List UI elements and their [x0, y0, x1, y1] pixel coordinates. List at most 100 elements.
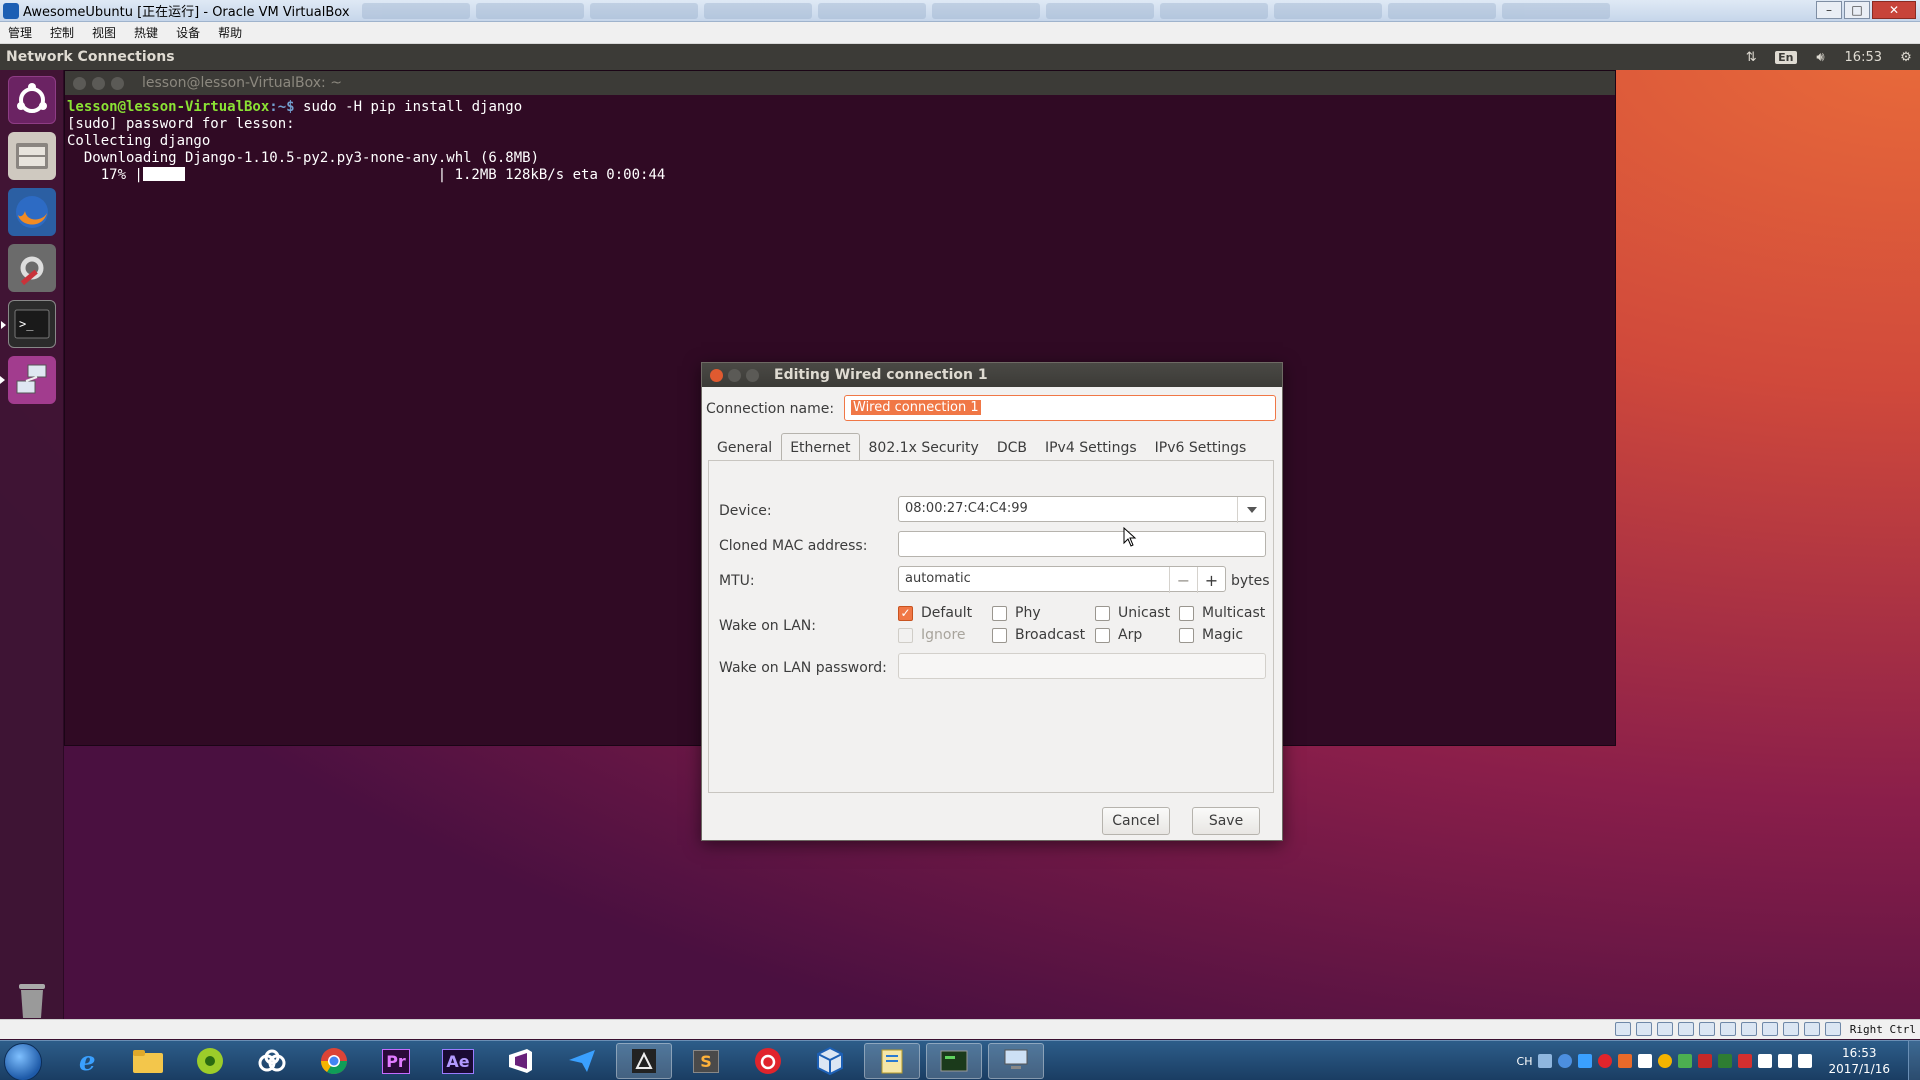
flag-tray-icon[interactable] — [1738, 1054, 1753, 1068]
netease-tray-icon[interactable] — [1598, 1054, 1613, 1068]
device-combobox[interactable]: 08:00:27:C4:C4:99 — [898, 496, 1266, 523]
help-icon[interactable] — [1558, 1054, 1573, 1068]
bluetooth-icon[interactable] — [1578, 1054, 1593, 1068]
wol-multicast-checkbox[interactable]: Multicast — [1179, 605, 1265, 621]
close-button[interactable]: ✕ — [1872, 1, 1916, 19]
taskbar-feishu[interactable] — [554, 1043, 610, 1079]
device-value: 08:00:27:C4:C4:99 — [905, 501, 1028, 516]
taskbar-unity[interactable] — [616, 1043, 672, 1079]
taskbar-baidu-netdisk[interactable] — [244, 1043, 300, 1079]
chevron-down-icon[interactable] — [1237, 497, 1265, 523]
taskbar-media-player[interactable] — [182, 1043, 238, 1079]
maximize-button[interactable]: □ — [1844, 1, 1870, 19]
taskbar-shell[interactable] — [926, 1043, 982, 1079]
launcher-network-connections[interactable] — [0, 356, 56, 404]
dialog-maximize-button[interactable] — [746, 368, 759, 382]
minimize-button[interactable]: – — [1816, 1, 1842, 19]
taskbar-chrome[interactable] — [306, 1043, 362, 1079]
network-icon[interactable] — [1677, 1022, 1694, 1036]
taskbar-after-effects[interactable]: Ae — [430, 1043, 486, 1079]
ime-indicator[interactable]: CH — [1517, 1055, 1533, 1068]
shared-folders-icon[interactable] — [1719, 1022, 1736, 1036]
terminal-output[interactable]: lesson@lesson-VirtualBox:~$ sudo -H pip … — [65, 95, 1615, 188]
taskbar-remote-desktop[interactable] — [988, 1043, 1044, 1079]
terminal-icon: >_ — [14, 309, 50, 339]
terminal-maximize-button[interactable] — [111, 76, 124, 90]
tab-general[interactable]: General — [708, 433, 781, 461]
volume-icon[interactable]: 🔊︎ — [1813, 49, 1829, 65]
security-tray-icon[interactable] — [1618, 1054, 1633, 1068]
menu-hotkey[interactable]: 热键 — [134, 24, 158, 41]
menu-view[interactable]: 视图 — [92, 24, 116, 41]
cancel-button[interactable]: Cancel — [1102, 807, 1170, 835]
launcher-firefox[interactable] — [8, 188, 56, 236]
start-button[interactable] — [4, 1043, 42, 1080]
battery-tray-icon[interactable] — [1678, 1054, 1693, 1068]
wol-magic-checkbox[interactable]: Magic — [1179, 627, 1243, 643]
menu-devices[interactable]: 设备 — [176, 24, 200, 41]
virtualbox-menubar: 管理 控制 视图 热键 设备 帮助 — [0, 22, 1920, 44]
menu-manage[interactable]: 管理 — [8, 24, 32, 41]
save-button[interactable]: Save — [1192, 807, 1260, 835]
tab-8021x-security[interactable]: 802.1x Security — [860, 433, 988, 461]
terminal-minimize-button[interactable] — [92, 76, 105, 90]
keyboard-icon[interactable] — [1538, 1054, 1553, 1068]
connection-name-input[interactable]: Wired connection 1 — [844, 395, 1276, 421]
network-tray-icon[interactable] — [1778, 1054, 1793, 1068]
taskbar-clock[interactable]: 16:53 2017/1/16 — [1828, 1045, 1890, 1077]
wol-arp-checkbox[interactable]: Arp — [1095, 627, 1142, 643]
launcher-files[interactable] — [8, 132, 56, 180]
tab-ethernet[interactable]: Ethernet — [781, 433, 860, 461]
tab-ipv6-settings[interactable]: IPv6 Settings — [1146, 433, 1256, 461]
gear-icon[interactable]: ⚙ — [1898, 49, 1914, 65]
speaker-mute-tray-icon[interactable] — [1698, 1054, 1713, 1068]
launcher-trash[interactable] — [8, 976, 56, 1019]
optical-drive-icon[interactable] — [1635, 1022, 1652, 1036]
wol-default-checkbox[interactable]: ✓ Default — [898, 605, 972, 621]
keyboard-layout-indicator[interactable]: En — [1775, 50, 1797, 64]
tab-dcb[interactable]: DCB — [988, 433, 1036, 461]
dialog-close-button[interactable] — [710, 368, 723, 382]
plugin-tray-icon[interactable] — [1718, 1054, 1733, 1068]
taskbar-notepad[interactable] — [864, 1043, 920, 1079]
wol-phy-checkbox[interactable]: Phy — [992, 605, 1041, 621]
dialog-minimize-button[interactable] — [728, 368, 741, 382]
menu-control[interactable]: 控制 — [50, 24, 74, 41]
network-updown-icon[interactable]: ⇅ — [1743, 49, 1759, 65]
taskbar-windows-explorer[interactable] — [120, 1043, 176, 1079]
wol-password-input[interactable] — [898, 653, 1266, 679]
hard-disk-icon[interactable] — [1614, 1022, 1631, 1036]
taskbar-netease-music[interactable] — [740, 1043, 796, 1079]
taskbar-premiere[interactable]: Pr — [368, 1043, 424, 1079]
volume-tray-icon[interactable] — [1798, 1054, 1813, 1068]
wol-broadcast-checkbox[interactable]: Broadcast — [992, 627, 1085, 643]
show-desktop-button[interactable] — [1908, 1041, 1920, 1080]
wol-unicast-checkbox[interactable]: Unicast — [1095, 605, 1170, 621]
progress-bar-fill — [142, 167, 185, 181]
launcher-system-settings[interactable] — [8, 244, 56, 292]
cpu-icon[interactable] — [1782, 1022, 1799, 1036]
mouse-integration-icon[interactable] — [1803, 1022, 1820, 1036]
launcher-terminal[interactable]: >_ — [1, 300, 56, 348]
launcher-dash[interactable] — [8, 76, 56, 124]
taskbar-virtualbox[interactable] — [802, 1043, 858, 1079]
mtu-decrement-button[interactable]: − — [1169, 567, 1197, 593]
mtu-spinbox[interactable]: automatic − + — [898, 566, 1226, 593]
keyboard-capture-icon[interactable] — [1824, 1022, 1841, 1036]
taskbar-sublime-text[interactable]: S — [678, 1043, 734, 1079]
shield-icon[interactable] — [1758, 1054, 1773, 1068]
tab-ipv4-settings[interactable]: IPv4 Settings — [1036, 433, 1146, 461]
recording-icon[interactable] — [1761, 1022, 1778, 1036]
menu-help[interactable]: 帮助 — [218, 24, 242, 41]
cloned-mac-input[interactable] — [898, 531, 1266, 557]
mtu-increment-button[interactable]: + — [1197, 567, 1225, 593]
display-icon[interactable] — [1740, 1022, 1757, 1036]
usb-icon[interactable] — [1698, 1022, 1715, 1036]
taskbar-visual-studio[interactable] — [492, 1043, 548, 1079]
panel-clock[interactable]: 16:53 — [1845, 50, 1882, 65]
taskbar-internet-explorer[interactable]: e — [60, 1043, 116, 1079]
audio-icon[interactable] — [1656, 1022, 1673, 1036]
update-tray-icon[interactable] — [1658, 1054, 1673, 1068]
terminal-close-button[interactable] — [73, 76, 86, 90]
cloud-tray-icon[interactable] — [1638, 1054, 1653, 1068]
